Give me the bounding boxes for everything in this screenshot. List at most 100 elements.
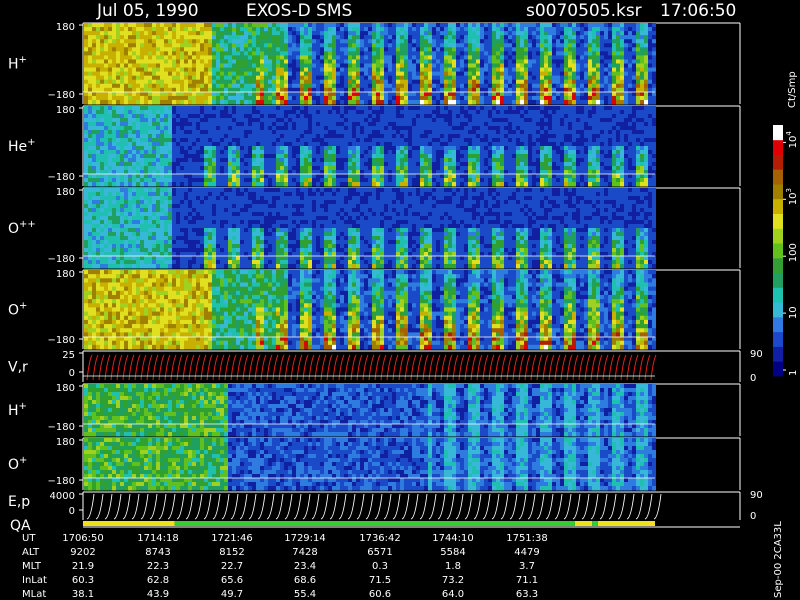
heatmap-cell bbox=[372, 138, 376, 143]
heatmap-cell bbox=[372, 166, 376, 171]
heatmap-cell bbox=[380, 138, 384, 143]
heatmap-cell bbox=[580, 47, 584, 52]
heatmap-cell bbox=[372, 59, 376, 64]
heatmap-cell bbox=[136, 99, 140, 105]
heatmap-cell bbox=[536, 83, 540, 89]
heatmap-cell bbox=[144, 79, 148, 85]
heatmap-cell bbox=[100, 47, 104, 52]
heatmap-cell bbox=[136, 146, 140, 151]
heatmap-cell bbox=[128, 63, 132, 69]
heatmap-cell bbox=[472, 39, 476, 44]
heatmap-cell bbox=[240, 99, 244, 105]
heatmap-cell bbox=[396, 31, 400, 36]
heatmap-cell bbox=[344, 114, 348, 119]
heatmap-cell bbox=[148, 95, 152, 101]
heatmap-cell bbox=[100, 114, 104, 119]
heatmap-cell bbox=[616, 71, 620, 77]
heatmap-cell bbox=[412, 126, 416, 131]
heatmap-cell bbox=[392, 158, 396, 163]
heatmap-cell bbox=[336, 99, 340, 105]
heatmap-cell bbox=[496, 174, 500, 179]
heatmap-cell bbox=[276, 39, 280, 44]
heatmap-cell bbox=[488, 23, 492, 28]
heatmap-cell bbox=[500, 83, 504, 89]
heatmap-cell bbox=[268, 162, 272, 167]
heatmap-cell bbox=[484, 166, 488, 171]
heatmap-cell bbox=[596, 59, 600, 64]
heatmap-cell bbox=[616, 67, 620, 73]
heatmap-cell bbox=[332, 114, 336, 119]
heatmap-cell bbox=[276, 106, 280, 111]
heatmap-cell bbox=[312, 23, 316, 28]
heatmap-cell bbox=[408, 134, 412, 139]
heatmap-cell bbox=[212, 59, 216, 64]
heatmap-cell bbox=[120, 126, 124, 131]
heatmap-cell bbox=[312, 166, 316, 171]
heatmap-cell bbox=[116, 166, 120, 171]
heatmap-cell bbox=[416, 130, 420, 135]
heatmap-cell bbox=[92, 51, 96, 56]
heatmap-cell bbox=[368, 130, 372, 135]
heatmap-cell bbox=[440, 43, 444, 48]
heatmap-cell bbox=[472, 91, 476, 97]
heatmap-cell bbox=[104, 43, 108, 48]
heatmap-cell bbox=[416, 35, 420, 40]
heatmap-cell bbox=[124, 138, 128, 143]
heatmap-cell bbox=[388, 91, 392, 97]
heatmap-cell bbox=[424, 118, 428, 123]
heatmap-cell bbox=[164, 83, 168, 89]
heatmap-cell bbox=[320, 71, 324, 77]
heatmap-cell bbox=[588, 67, 592, 73]
heatmap-cell bbox=[464, 150, 468, 155]
heatmap-cell bbox=[236, 51, 240, 56]
heatmap-cell bbox=[196, 27, 200, 32]
heatmap-cell bbox=[324, 67, 328, 73]
heatmap-cell bbox=[388, 138, 392, 143]
heatmap-cell bbox=[568, 71, 572, 77]
heatmap-cell bbox=[460, 122, 464, 127]
heatmap-cell bbox=[644, 47, 648, 52]
heatmap-cell bbox=[276, 67, 280, 73]
heatmap-cell bbox=[516, 71, 520, 77]
heatmap-cell bbox=[212, 47, 216, 52]
heatmap-cell bbox=[172, 91, 176, 97]
heatmap-cell bbox=[308, 126, 312, 131]
heatmap-cell bbox=[560, 39, 564, 44]
heatmap-cell bbox=[480, 174, 484, 179]
heatmap-cell bbox=[216, 174, 220, 179]
heatmap-cell bbox=[648, 71, 652, 77]
heatmap-cell bbox=[200, 51, 204, 56]
heatmap-cell bbox=[288, 27, 292, 32]
heatmap-cell bbox=[448, 39, 452, 44]
heatmap-cell bbox=[200, 31, 204, 36]
heatmap-cell bbox=[560, 71, 564, 77]
heatmap-cell bbox=[152, 51, 156, 56]
heatmap-cell bbox=[276, 83, 280, 89]
heatmap-cell bbox=[364, 138, 368, 143]
heatmap-cell bbox=[464, 114, 468, 119]
heatmap-cell bbox=[84, 27, 88, 32]
heatmap-cell bbox=[476, 158, 480, 163]
heatmap-cell bbox=[336, 134, 340, 139]
heatmap-cell bbox=[188, 178, 192, 183]
heatmap-cell bbox=[388, 142, 392, 147]
heatmap-cell bbox=[408, 114, 412, 119]
heatmap-cell bbox=[412, 110, 416, 115]
heatmap-cell bbox=[472, 174, 476, 179]
heatmap-cell bbox=[464, 27, 468, 32]
heatmap-cell bbox=[192, 158, 196, 163]
heatmap-cell bbox=[280, 174, 284, 179]
heatmap-cell bbox=[408, 138, 412, 143]
heatmap-cell bbox=[164, 43, 168, 48]
heatmap-cell bbox=[128, 122, 132, 127]
heatmap-cell bbox=[436, 114, 440, 119]
heatmap-cell bbox=[432, 83, 436, 89]
heatmap-cell bbox=[620, 83, 624, 89]
heatmap-cell bbox=[296, 166, 300, 171]
heatmap-cell bbox=[148, 146, 152, 151]
heatmap-cell bbox=[628, 55, 632, 60]
heatmap-cell bbox=[400, 174, 404, 179]
heatmap-cell bbox=[140, 154, 144, 159]
heatmap-cell bbox=[340, 27, 344, 32]
heatmap-cell bbox=[340, 67, 344, 73]
